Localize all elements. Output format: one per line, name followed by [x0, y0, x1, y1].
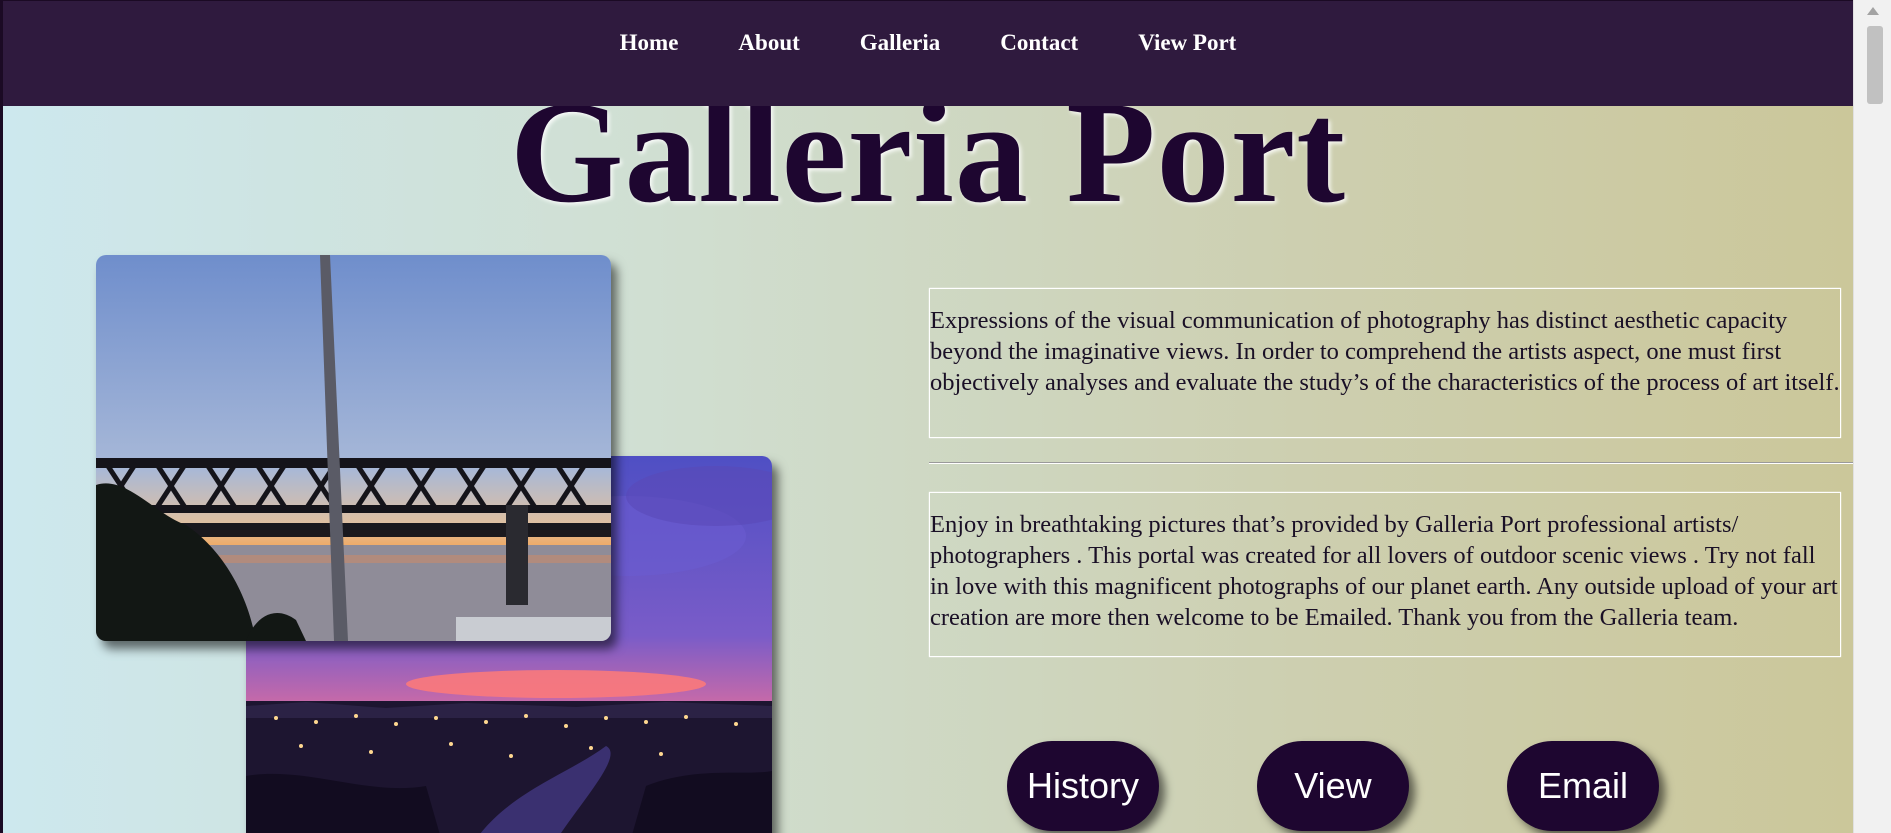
- top-navigation: Home About Galleria Contact View Port: [3, 1, 1853, 106]
- intro-paragraph-box: Expressions of the visual communication …: [929, 288, 1841, 438]
- nav-about-link[interactable]: About: [738, 30, 799, 56]
- nav-contact-link[interactable]: Contact: [1000, 30, 1078, 56]
- history-button[interactable]: History: [1007, 741, 1159, 831]
- nav-home-link[interactable]: Home: [620, 30, 679, 56]
- view-button[interactable]: View: [1257, 741, 1409, 831]
- scrollbar-thumb[interactable]: [1867, 26, 1883, 104]
- vertical-scrollbar[interactable]: [1853, 0, 1891, 833]
- email-button[interactable]: Email: [1507, 741, 1659, 831]
- intro-paragraph: Expressions of the visual communication …: [930, 307, 1840, 396]
- bridge-sunset-photo: [96, 255, 611, 641]
- page-viewport: Home About Galleria Contact View Port Ga…: [0, 0, 1853, 833]
- welcome-paragraph: Enjoy in breathtaking pictures that’s pr…: [930, 511, 1838, 631]
- scroll-up-arrow-icon[interactable]: [1854, 0, 1891, 22]
- welcome-paragraph-box: Enjoy in breathtaking pictures that’s pr…: [929, 492, 1841, 657]
- nav-view-port-link[interactable]: View Port: [1138, 30, 1236, 56]
- nav-galleria-link[interactable]: Galleria: [860, 30, 940, 56]
- section-divider: [929, 462, 1853, 464]
